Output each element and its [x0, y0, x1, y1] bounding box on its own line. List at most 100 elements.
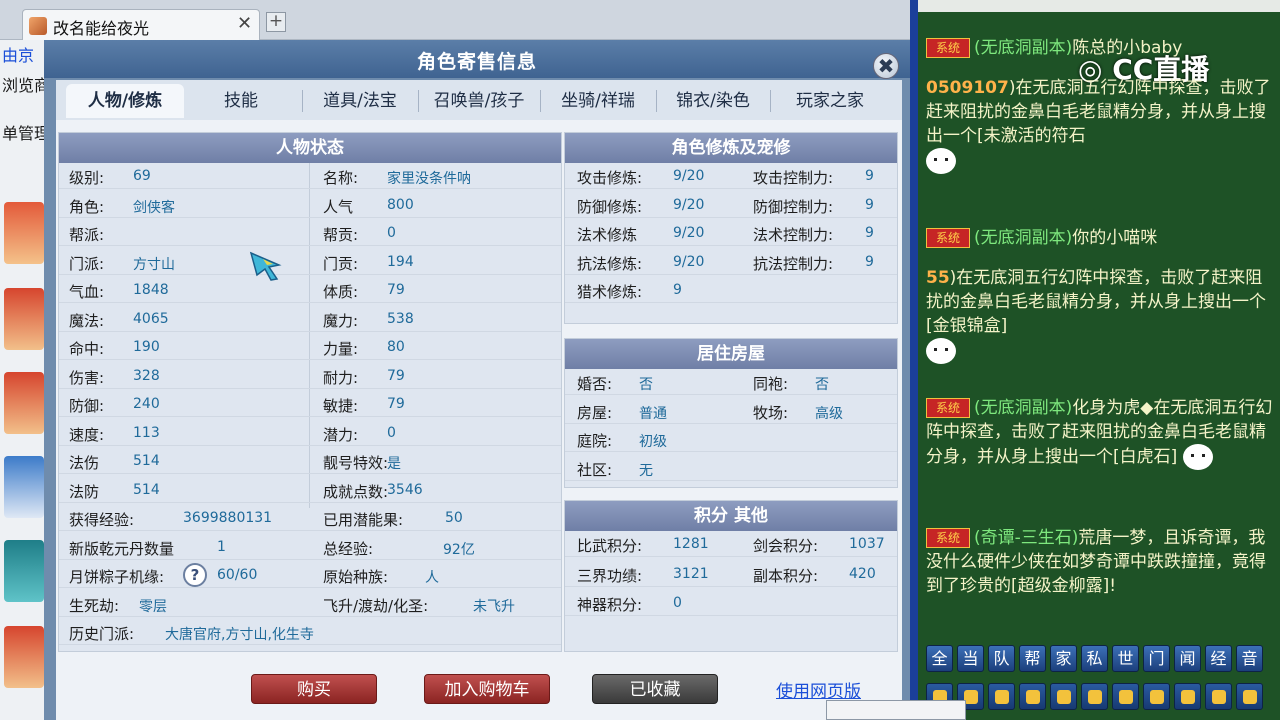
tab-player-home[interactable]: 玩家之家 — [772, 84, 888, 118]
chat-message: 0509107)在无底洞五行幻阵中探查，击败了赶来阻扰的金鼻白毛老鼠精分身，并从… — [926, 76, 1276, 174]
chat-channel[interactable]: (无底洞副本) — [974, 228, 1072, 248]
info-label: 庭院: — [577, 432, 613, 450]
chat-message: 系统 (无底洞副本)陈总的小baby — [926, 36, 1276, 60]
add-to-cart-button[interactable]: 加入购物车 — [424, 674, 550, 704]
tool-glyph-icon — [1088, 690, 1102, 704]
chat-top-strip — [918, 0, 1280, 12]
stat-value: 194 — [387, 253, 414, 270]
chat-tool-icon[interactable] — [1236, 683, 1263, 710]
tab-close-icon[interactable]: ✕ — [237, 13, 252, 34]
info-label: 防御控制力: — [753, 197, 834, 216]
chat-channel[interactable]: (无底洞副本) — [974, 38, 1072, 58]
stat-row: 防御: 240 敏捷: 79 — [59, 391, 561, 417]
avatar[interactable] — [4, 626, 44, 688]
info-value: 高级 — [815, 405, 843, 422]
close-button[interactable]: ✖ — [873, 53, 899, 79]
avatar[interactable] — [4, 372, 44, 434]
chat-channel[interactable]: (无底洞副本) — [974, 398, 1072, 418]
chat-tool-icon[interactable] — [988, 683, 1015, 710]
chat-channel-button[interactable]: 私 — [1081, 645, 1108, 672]
info-value: 1281 — [673, 536, 709, 552]
chat-message: 系统 (无底洞副本)化身为虎◆在无底洞五行幻阵中探查，击败了赶来阻扰的金鼻白毛老鼠… — [926, 396, 1276, 470]
buy-button[interactable]: 购买 — [251, 674, 377, 704]
avatar[interactable] — [4, 540, 44, 602]
stat-value: 514 — [133, 453, 160, 469]
stat-row: 角色: 剑侠客 人气 800 — [59, 192, 561, 218]
collected-button[interactable]: 已收藏 — [592, 674, 718, 704]
avatar[interactable] — [4, 288, 44, 350]
chat-channel-button[interactable]: 家 — [1050, 645, 1077, 672]
chat-text: 陈总的小baby — [1072, 38, 1183, 58]
chat-channel-toolbar: 全当队帮家私世门闻经音 — [926, 645, 1280, 677]
info-row: 抗法修炼: 9/20 抗法控制力: 9 — [565, 249, 897, 275]
chat-tool-icon[interactable] — [1174, 683, 1201, 710]
web-version-link[interactable]: 使用网页版 — [776, 677, 861, 702]
browser-tab[interactable]: 改名能给夜光 ✕ — [22, 9, 260, 40]
tab-items[interactable]: 道具/法宝 — [304, 84, 416, 118]
chat-channel-button[interactable]: 当 — [957, 645, 984, 672]
new-tab-button[interactable]: + — [266, 12, 286, 32]
info-label: 房屋: — [577, 403, 613, 422]
stat-value: 79 — [387, 367, 405, 384]
tool-glyph-icon — [1057, 690, 1071, 704]
info-value: 9/20 — [673, 253, 705, 270]
chat-tool-icon[interactable] — [1050, 683, 1077, 710]
info-label: 牧场: — [753, 403, 789, 422]
stat-value: 方寸山 — [133, 256, 175, 273]
info-value: 无 — [639, 462, 653, 479]
stat-value: 79 — [387, 396, 405, 412]
bg-link[interactable]: 由京 — [2, 42, 34, 66]
info-value: 9 — [865, 225, 874, 241]
stat-row: 命中: 190 力量: 80 — [59, 334, 561, 360]
tab-divider — [770, 90, 771, 112]
chat-channel-button[interactable]: 经 — [1205, 645, 1232, 672]
stat-label: 速度: — [69, 425, 105, 444]
chat-channel-button[interactable]: 世 — [1112, 645, 1139, 672]
chat-tool-icon[interactable] — [1143, 683, 1170, 710]
tab-outfits[interactable]: 锦衣/染色 — [658, 84, 768, 118]
avatar[interactable] — [4, 456, 44, 518]
tab-mounts[interactable]: 坐骑/祥瑞 — [542, 84, 654, 118]
info-value: 1037 — [849, 536, 885, 552]
info-value: 9 — [865, 168, 874, 184]
stat-value: 69 — [133, 168, 151, 184]
chat-tool-icon[interactable] — [1019, 683, 1046, 710]
stat-row: 级别: 69 名称: 家里没条件呐 — [59, 163, 561, 189]
taskbar-popup[interactable] — [826, 700, 966, 720]
info-value: 3121 — [673, 565, 709, 582]
stat-value: 92亿 — [443, 541, 475, 558]
chat-channel-button[interactable]: 门 — [1143, 645, 1170, 672]
stat-row: 伤害: 328 耐力: 79 — [59, 363, 561, 389]
tab-pets[interactable]: 召唤兽/孩子 — [420, 84, 538, 118]
chat-tool-icon[interactable] — [1112, 683, 1139, 710]
help-icon[interactable]: ? — [183, 563, 207, 587]
chat-channel[interactable]: (奇谭-三生石) — [974, 528, 1078, 548]
stat-row: 帮派: 帮贡: 0 — [59, 220, 561, 246]
cursor-icon — [249, 251, 287, 281]
cultivation-rows: 攻击修炼: 9/20 攻击控制力: 9 防御修炼: 9/20 防御控制力: 9 法术修炼 9/20… — [565, 163, 897, 323]
chat-channel-button[interactable]: 帮 — [1019, 645, 1046, 672]
chat-channel-button[interactable]: 音 — [1236, 645, 1263, 672]
info-label: 社区: — [577, 460, 613, 479]
tab-character[interactable]: 人物/修炼 — [66, 84, 184, 118]
chat-tool-icon[interactable] — [1081, 683, 1108, 710]
avatar[interactable] — [4, 202, 44, 264]
stat-value: 60/60 — [217, 567, 258, 583]
stat-label: 耐力: — [323, 368, 359, 387]
tab-skills[interactable]: 技能 — [186, 84, 296, 118]
stat-label: 角色: — [69, 197, 105, 216]
tool-glyph-icon — [1212, 690, 1226, 704]
status-panel-title: 人物状态 — [59, 133, 561, 163]
info-value: 9/20 — [673, 225, 705, 241]
chat-tool-icon[interactable] — [1205, 683, 1232, 710]
info-label: 同袍: — [753, 375, 789, 393]
info-value: 0 — [673, 595, 682, 611]
chat-channel-button[interactable]: 队 — [988, 645, 1015, 672]
chat-channel-button[interactable]: 全 — [926, 645, 953, 672]
stat-label: 原始种族: — [323, 568, 389, 586]
stat-row: 法防 514 成就点数: 3546 — [59, 477, 561, 503]
stat-label: 人气 — [323, 197, 354, 216]
tool-glyph-icon — [1119, 690, 1133, 704]
chat-channel-button[interactable]: 闻 — [1174, 645, 1201, 672]
stat-label: 生死劫: — [69, 596, 120, 615]
